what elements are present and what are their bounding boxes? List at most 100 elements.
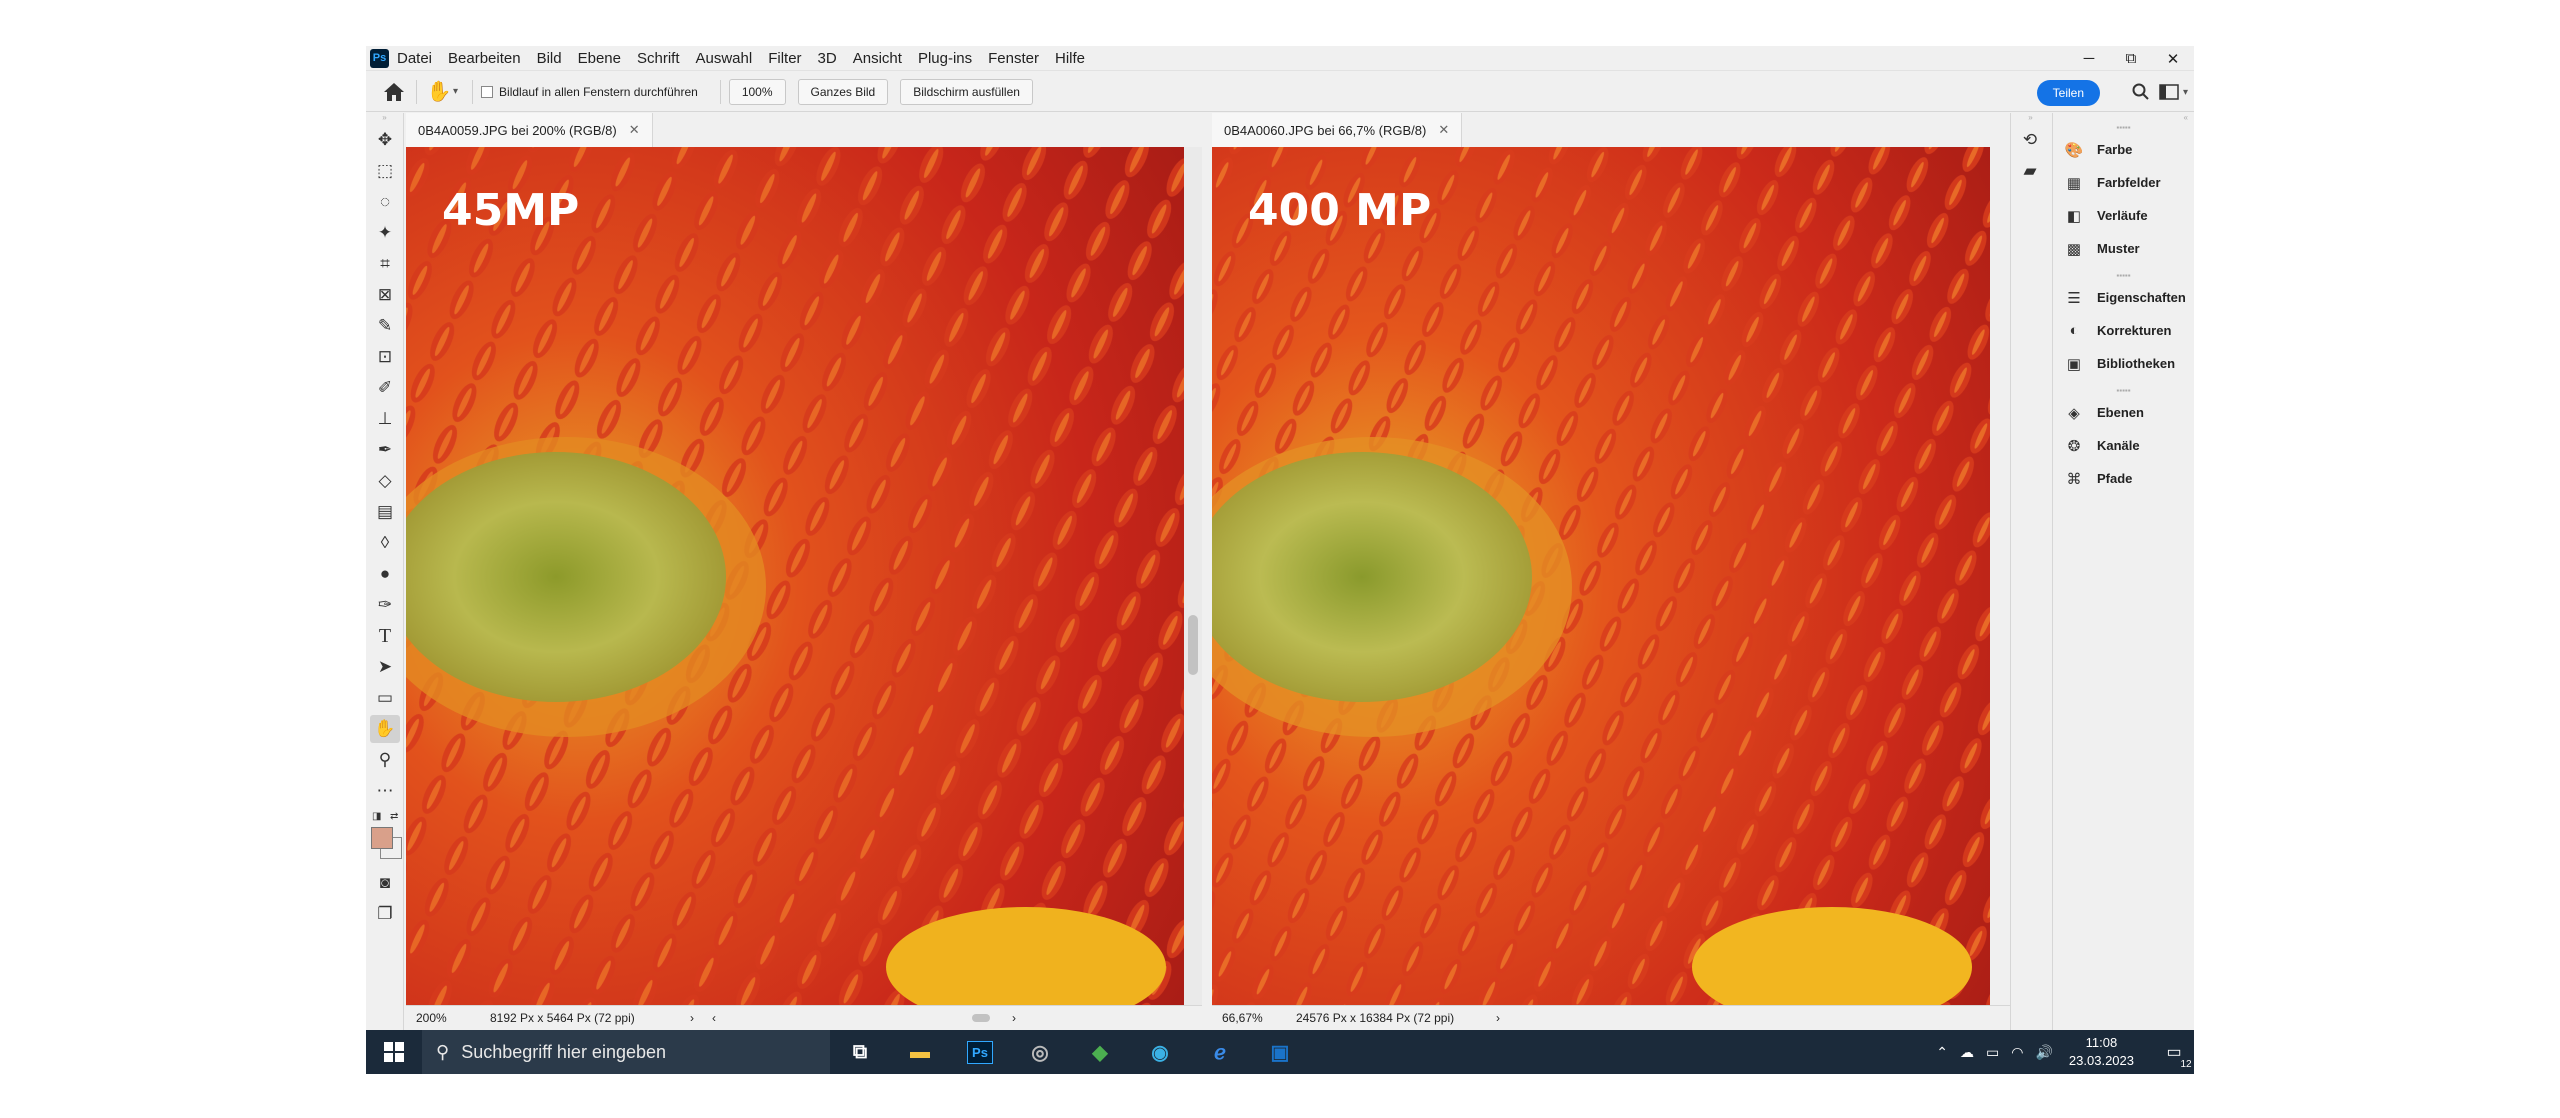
swap-colors-icon[interactable]: ⇄ (390, 811, 398, 822)
menu-filter[interactable]: Filter (760, 46, 809, 71)
stamp-icon[interactable]: ⊥ (370, 405, 400, 433)
canvas-1[interactable]: 45MP (406, 147, 1184, 1005)
panel-kanaele[interactable]: ❂ Kanäle (2053, 429, 2194, 462)
clock[interactable]: 11:08 23.03.2023 (2069, 1034, 2134, 1070)
task-view-icon[interactable]: ⧉ (830, 1030, 890, 1074)
panel-korrekturen[interactable]: ◐ Korrekturen (2053, 314, 2194, 347)
panel-eigenschaften[interactable]: ☰ Eigenschaften (2053, 281, 2194, 314)
menu-fenster[interactable]: Fenster (980, 46, 1047, 71)
foreground-color-swatch[interactable] (371, 827, 393, 849)
hand-icon[interactable]: ✋ (370, 715, 400, 743)
frame-icon[interactable]: ⊠ (370, 281, 400, 309)
hand-tool-preset-icon[interactable]: ✋ (425, 78, 453, 106)
panel-verlaeufe[interactable]: ◧ Verläufe (2053, 199, 2194, 232)
chevron-up-icon[interactable]: ⌃ (1936, 1044, 1948, 1061)
minimize-button[interactable]: ─ (2068, 46, 2110, 71)
search-icon[interactable] (2127, 78, 2155, 106)
scroll-right-icon[interactable]: › (1012, 1011, 1016, 1025)
panel-muster[interactable]: ▩ Muster (2053, 232, 2194, 265)
panel-pfade[interactable]: ⌘ Pfade (2053, 462, 2194, 495)
scroll-all-checkbox[interactable] (481, 85, 494, 98)
eyedropper-icon[interactable]: ✎ (370, 312, 400, 340)
blur-icon[interactable]: ◊ (370, 529, 400, 557)
menu-schrift[interactable]: Schrift (629, 46, 688, 71)
zoom-value-button[interactable]: 100% (728, 78, 786, 105)
menu-bild[interactable]: Bild (529, 46, 570, 71)
windows-start-icon[interactable] (366, 1030, 422, 1074)
gradient-icon[interactable]: ▤ (370, 498, 400, 526)
volume-icon[interactable]: 🔊 (2035, 1044, 2052, 1061)
patch-icon[interactable]: ⊡ (370, 343, 400, 371)
eraser-icon[interactable]: ◇ (370, 467, 400, 495)
crop-icon[interactable]: ⌗ (370, 250, 400, 278)
zoom-level[interactable]: 66,67% (1212, 1011, 1276, 1025)
canvas-2[interactable]: 400 MP (1212, 147, 1990, 1005)
close-tab-icon[interactable]: ✕ (629, 122, 640, 138)
magic-wand-icon[interactable]: ✦ (370, 219, 400, 247)
rectangle-icon[interactable]: ▭ (370, 684, 400, 712)
menu-datei[interactable]: Datei (389, 46, 440, 71)
edge-icon[interactable]: ◉ (1130, 1030, 1190, 1074)
menu-bearbeiten[interactable]: Bearbeiten (440, 46, 529, 71)
panel-farbfelder[interactable]: ▦ Farbfelder (2053, 166, 2194, 199)
toolbar-collapse-icon[interactable]: » (366, 113, 403, 123)
close-button[interactable]: ✕ (2152, 46, 2194, 71)
lasso-icon[interactable]: ◌ (370, 188, 400, 216)
menu-ansicht[interactable]: Ansicht (845, 46, 910, 71)
taskbar-search-box[interactable]: ⚲ Suchbegriff hier eingeben (422, 1030, 830, 1074)
ie-icon[interactable]: ℯ (1190, 1030, 1250, 1074)
scroll-thumb[interactable] (1188, 615, 1198, 675)
path-select-icon[interactable]: ➤ (370, 653, 400, 681)
dodge-icon[interactable]: ● (370, 560, 400, 588)
restore-button[interactable]: ⧉ (2110, 46, 2152, 71)
type-icon[interactable]: T (370, 622, 400, 650)
default-colors-icon[interactable]: ◨ (372, 811, 381, 822)
panel-grip[interactable]: ▪▪▪▪▪ (2053, 123, 2194, 133)
document-tab-2[interactable]: 0B4A0060.JPG bei 66,7% (RGB/8) ✕ (1212, 113, 1463, 147)
menu-3d[interactable]: 3D (810, 46, 845, 71)
share-button[interactable]: Teilen (2036, 80, 2100, 106)
history-icon[interactable]: ⟲ (2015, 126, 2045, 154)
more-icon[interactable]: ⋯ (370, 777, 400, 805)
status-expand-icon[interactable]: › (690, 1011, 694, 1025)
pen-icon[interactable]: ✑ (370, 591, 400, 619)
quick-mask-icon[interactable]: ◙ (370, 869, 400, 897)
panel-ebenen[interactable]: ◈ Ebenen (2053, 396, 2194, 429)
battery-icon[interactable]: ▭ (1986, 1044, 1999, 1061)
panel-bibliotheken[interactable]: ▣ Bibliotheken (2053, 347, 2194, 380)
history-brush-icon[interactable]: ✒ (370, 436, 400, 464)
screen-mode-icon[interactable]: ❐ (370, 900, 400, 928)
horizontal-scrollbar[interactable] (724, 1013, 1004, 1023)
document-tab-1[interactable]: 0B4A0059.JPG bei 200% (RGB/8) ✕ (406, 113, 653, 147)
green-app-icon[interactable]: ◆ (1070, 1030, 1130, 1074)
chevron-down-icon[interactable]: ▾ (453, 86, 458, 97)
comments-icon[interactable]: ▰ (2015, 157, 2045, 185)
workspace-chevron-icon[interactable]: ▾ (2183, 87, 2188, 98)
move-icon[interactable]: ✥ (370, 126, 400, 154)
status-expand-icon[interactable]: › (1496, 1011, 1500, 1025)
h-scroll-thumb[interactable] (972, 1014, 990, 1022)
mini-panel-grip[interactable]: » (2011, 113, 2050, 123)
marquee-icon[interactable]: ⬚ (370, 157, 400, 185)
panel-farbe[interactable]: 🎨 Farbe (2053, 133, 2194, 166)
vertical-scrollbar[interactable] (1184, 147, 1202, 1005)
cloud-icon[interactable]: ☁ (1960, 1044, 1974, 1061)
home-icon[interactable] (380, 78, 408, 106)
panel-collapse-icon[interactable]: « (2053, 113, 2194, 123)
close-tab-icon[interactable]: ✕ (1438, 122, 1449, 138)
menu-auswahl[interactable]: Auswahl (688, 46, 761, 71)
panel-grip[interactable]: ▪▪▪▪▪ (2053, 271, 2194, 281)
outlook-icon[interactable]: ▣ (1250, 1030, 1310, 1074)
camera-app-icon[interactable]: ◎ (1010, 1030, 1070, 1074)
photoshop-icon[interactable]: Ps (950, 1030, 1010, 1074)
notification-center-icon[interactable]: ▭ 12 (2154, 1030, 2194, 1074)
workspace-icon[interactable] (2155, 78, 2183, 106)
fit-screen-button[interactable]: Ganzes Bild (797, 78, 889, 105)
panel-grip[interactable]: ▪▪▪▪▪ (2053, 386, 2194, 396)
zoom-icon[interactable]: ⚲ (370, 746, 400, 774)
menu-hilfe[interactable]: Hilfe (1047, 46, 1093, 71)
menu-plugins[interactable]: Plug-ins (910, 46, 980, 71)
scroll-left-icon[interactable]: ‹ (712, 1011, 716, 1025)
fill-screen-button[interactable]: Bildschirm ausfüllen (900, 78, 1033, 105)
explorer-icon[interactable]: ▬ (890, 1030, 950, 1074)
